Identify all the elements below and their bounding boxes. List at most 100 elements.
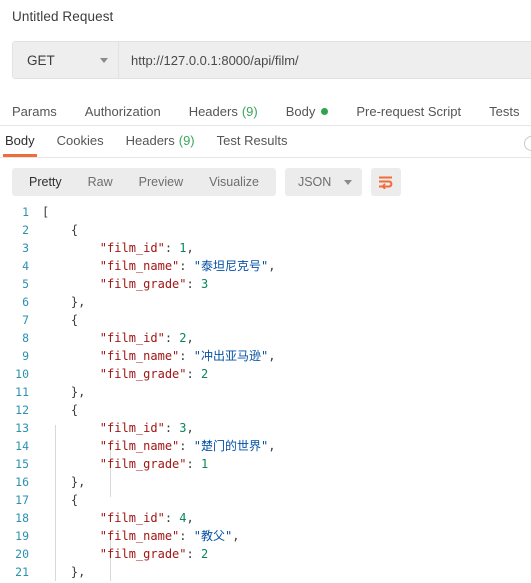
json-token-num: 1 xyxy=(179,241,187,255)
line-number: 18 xyxy=(15,511,29,525)
format-button-group: Pretty Raw Preview Visualize xyxy=(12,168,276,196)
json-token-punct: , xyxy=(268,349,276,363)
line-number: 7 xyxy=(22,313,29,327)
json-token-punct: }, xyxy=(70,565,86,579)
request-tab-label: Body xyxy=(285,103,316,119)
json-token-punct: : xyxy=(179,349,194,363)
format-button-pretty[interactable]: Pretty xyxy=(16,168,75,196)
response-tab-label: Test Results xyxy=(216,133,288,148)
code-text: "film_id": 3, xyxy=(42,419,531,437)
code-line: 11 }, xyxy=(0,383,531,401)
code-line: 15 "film_grade": 1 xyxy=(0,455,531,473)
json-token-key: "film_id" xyxy=(99,331,165,345)
code-line: 8 "film_id": 2, xyxy=(0,329,531,347)
code-text: "film_grade": 3 xyxy=(42,275,531,293)
code-line: 12 { xyxy=(0,401,531,419)
request-tab-label: Authorization xyxy=(84,103,161,119)
code-line: 18 "film_id": 4, xyxy=(0,509,531,527)
json-token-punct: }, xyxy=(70,295,86,309)
line-number: 21 xyxy=(15,565,29,579)
code-line: 5 "film_grade": 3 xyxy=(0,275,531,293)
json-token-key: "film_name" xyxy=(99,439,180,453)
request-tab-body[interactable]: Body xyxy=(286,104,329,119)
http-method-dropdown[interactable]: GET xyxy=(13,42,119,78)
json-token-punct: }, xyxy=(70,385,86,399)
code-line: 14 "film_name": "楚门的世界", xyxy=(0,437,531,455)
response-tab-label: Body xyxy=(5,133,35,148)
json-token-punct: }, xyxy=(70,475,86,489)
code-line: 6 }, xyxy=(0,293,531,311)
json-token-punct: : xyxy=(186,457,201,471)
word-wrap-icon xyxy=(379,176,393,189)
request-tab-headers[interactable]: Headers (9) xyxy=(189,104,258,119)
response-tab-body[interactable]: Body xyxy=(3,126,37,157)
response-toolbar: Pretty Raw Preview Visualize JSON xyxy=(0,158,531,196)
code-line: 16 }, xyxy=(0,473,531,491)
request-tab-tests[interactable]: Tests xyxy=(489,104,519,119)
line-number: 14 xyxy=(15,439,29,453)
line-number: 1 xyxy=(22,205,29,219)
response-tab-label: Cookies xyxy=(56,133,104,148)
json-token-key: "film_name" xyxy=(99,529,180,543)
json-token-punct: : xyxy=(179,529,194,543)
response-tab-test-results[interactable]: Test Results xyxy=(217,126,288,150)
format-button-visualize[interactable]: Visualize xyxy=(196,168,272,196)
json-token-punct: { xyxy=(70,493,79,507)
line-number: 4 xyxy=(22,259,29,273)
code-line: 2 { xyxy=(0,221,531,239)
response-body-json[interactable]: 1[2 {3 "film_id": 1, 4 "film_name": "泰坦尼克… xyxy=(0,203,531,581)
request-tab-label: Params xyxy=(12,103,57,119)
response-tab-headers[interactable]: Headers (9) xyxy=(126,126,195,150)
json-token-punct: , xyxy=(186,331,194,345)
code-line: 17 { xyxy=(0,491,531,509)
line-number: 9 xyxy=(22,349,29,363)
line-number: 13 xyxy=(15,421,29,435)
chevron-down-icon xyxy=(100,57,108,63)
info-circle-icon[interactable] xyxy=(524,136,531,151)
json-token-punct: { xyxy=(70,313,79,327)
json-token-key: "film_id" xyxy=(99,511,165,525)
request-tab-authorization[interactable]: Authorization xyxy=(85,104,161,119)
json-token-key: "film_grade" xyxy=(99,547,187,561)
language-dropdown[interactable]: JSON xyxy=(284,168,363,196)
code-line: 13 "film_id": 3, xyxy=(0,419,531,437)
url-input[interactable]: http://127.0.0.1:8000/api/film/ xyxy=(119,42,531,78)
json-token-punct: { xyxy=(70,403,79,417)
json-token-key: "film_name" xyxy=(99,259,180,273)
line-number: 19 xyxy=(15,529,29,543)
line-number: 8 xyxy=(22,331,29,345)
line-number: 16 xyxy=(15,475,29,489)
json-token-str: "楚门的世界" xyxy=(193,439,269,453)
word-wrap-toggle[interactable] xyxy=(371,168,402,196)
response-tab-label: Headers xyxy=(125,133,175,148)
code-text: { xyxy=(42,221,531,239)
code-text: "film_name": "楚门的世界", xyxy=(42,437,531,455)
json-token-punct: , xyxy=(186,241,194,255)
language-label: JSON xyxy=(297,175,332,189)
json-token-num: 4 xyxy=(179,511,187,525)
http-method-label: GET xyxy=(27,52,55,68)
format-button-preview[interactable]: Preview xyxy=(126,168,196,196)
json-token-punct: : xyxy=(186,277,201,291)
code-text: "film_name": "冲出亚马逊", xyxy=(42,347,531,365)
code-text: "film_id": 2, xyxy=(42,329,531,347)
request-tab-pre-request-script[interactable]: Pre-request Script xyxy=(356,104,461,119)
code-text: "film_grade": 2 xyxy=(42,545,531,563)
body-present-dot-icon xyxy=(321,107,329,115)
code-line: 19 "film_name": "教父", xyxy=(0,527,531,545)
format-button-raw[interactable]: Raw xyxy=(75,168,126,196)
response-tab-cookies[interactable]: Cookies xyxy=(57,126,104,150)
line-number: 6 xyxy=(22,295,29,309)
json-token-punct: , xyxy=(232,529,240,543)
chevron-down-icon xyxy=(344,179,353,185)
code-text: "film_id": 1, xyxy=(42,239,531,257)
request-tab-params[interactable]: Params xyxy=(12,104,57,119)
code-text: { xyxy=(42,401,531,419)
line-number: 5 xyxy=(22,277,29,291)
json-token-punct: : xyxy=(179,259,194,273)
json-token-key: "film_grade" xyxy=(99,367,187,381)
code-line: 20 "film_grade": 2 xyxy=(0,545,531,563)
code-line: 10 "film_grade": 2 xyxy=(0,365,531,383)
line-number: 2 xyxy=(22,223,29,237)
json-token-punct: , xyxy=(186,421,194,435)
